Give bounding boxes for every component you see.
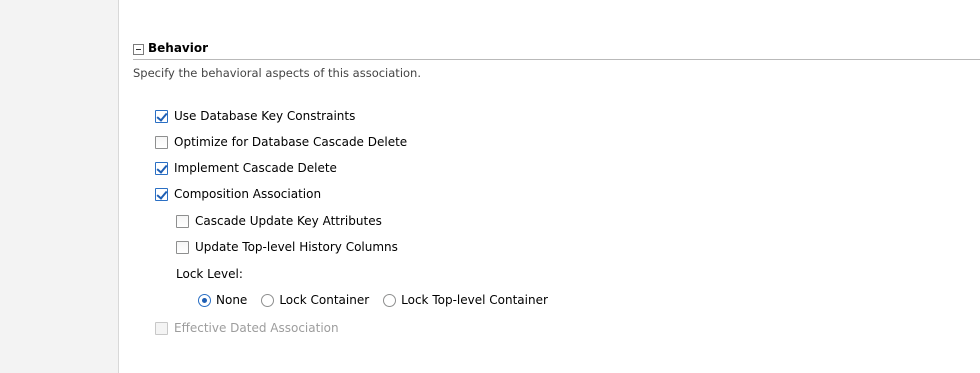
- optimize-db-cascade-delete-option[interactable]: Optimize for Database Cascade Delete: [155, 134, 407, 150]
- effective-dated-association-checkbox: [155, 321, 168, 335]
- lock-level-container-option[interactable]: Lock Container: [261, 293, 369, 307]
- lock-level-container-label: Lock Container: [279, 293, 370, 307]
- lock-level-none-label: None: [216, 293, 248, 307]
- section-title: Behavior: [148, 41, 209, 55]
- lock-level-container-radio[interactable]: [261, 293, 275, 307]
- composition-association-option[interactable]: Composition Association: [155, 186, 321, 202]
- effective-dated-association-option: Effective Dated Association: [155, 320, 339, 336]
- cascade-update-key-attrs-option[interactable]: Cascade Update Key Attributes: [176, 213, 382, 229]
- behavior-section-header: Behavior: [133, 41, 980, 60]
- lock-level-radio-group: None Lock Container Lock Top-level Conta…: [198, 292, 562, 308]
- implement-cascade-delete-label: Implement Cascade Delete: [174, 161, 337, 175]
- left-panel-strip: [0, 0, 119, 373]
- lock-level-none-option[interactable]: None: [198, 293, 247, 307]
- use-db-key-constraints-checkbox[interactable]: [155, 109, 168, 123]
- lock-level-top-container-label: Lock Top-level Container: [401, 293, 548, 307]
- update-top-level-history-checkbox[interactable]: [176, 240, 189, 254]
- use-db-key-constraints-option[interactable]: Use Database Key Constraints: [155, 108, 355, 124]
- use-db-key-constraints-label: Use Database Key Constraints: [174, 109, 356, 123]
- update-top-level-history-label: Update Top-level History Columns: [195, 240, 398, 254]
- lock-level-label: Lock Level:: [176, 267, 243, 281]
- lock-level-none-radio[interactable]: [198, 293, 211, 307]
- section-description: Specify the behavioral aspects of this a…: [133, 66, 421, 80]
- implement-cascade-delete-option[interactable]: Implement Cascade Delete: [155, 160, 337, 176]
- lock-level-top-container-radio[interactable]: [383, 293, 397, 307]
- effective-dated-association-label: Effective Dated Association: [174, 321, 339, 335]
- update-top-level-history-option[interactable]: Update Top-level History Columns: [176, 239, 398, 255]
- optimize-db-cascade-delete-label: Optimize for Database Cascade Delete: [174, 135, 408, 149]
- cascade-update-key-attrs-checkbox[interactable]: [176, 214, 189, 228]
- lock-level-top-container-option[interactable]: Lock Top-level Container: [383, 293, 548, 307]
- optimize-db-cascade-delete-checkbox[interactable]: [155, 135, 168, 149]
- collapse-icon[interactable]: [133, 44, 144, 55]
- composition-association-checkbox[interactable]: [155, 187, 168, 201]
- cascade-update-key-attrs-label: Cascade Update Key Attributes: [195, 214, 382, 228]
- implement-cascade-delete-checkbox[interactable]: [155, 161, 168, 175]
- composition-association-label: Composition Association: [174, 187, 322, 201]
